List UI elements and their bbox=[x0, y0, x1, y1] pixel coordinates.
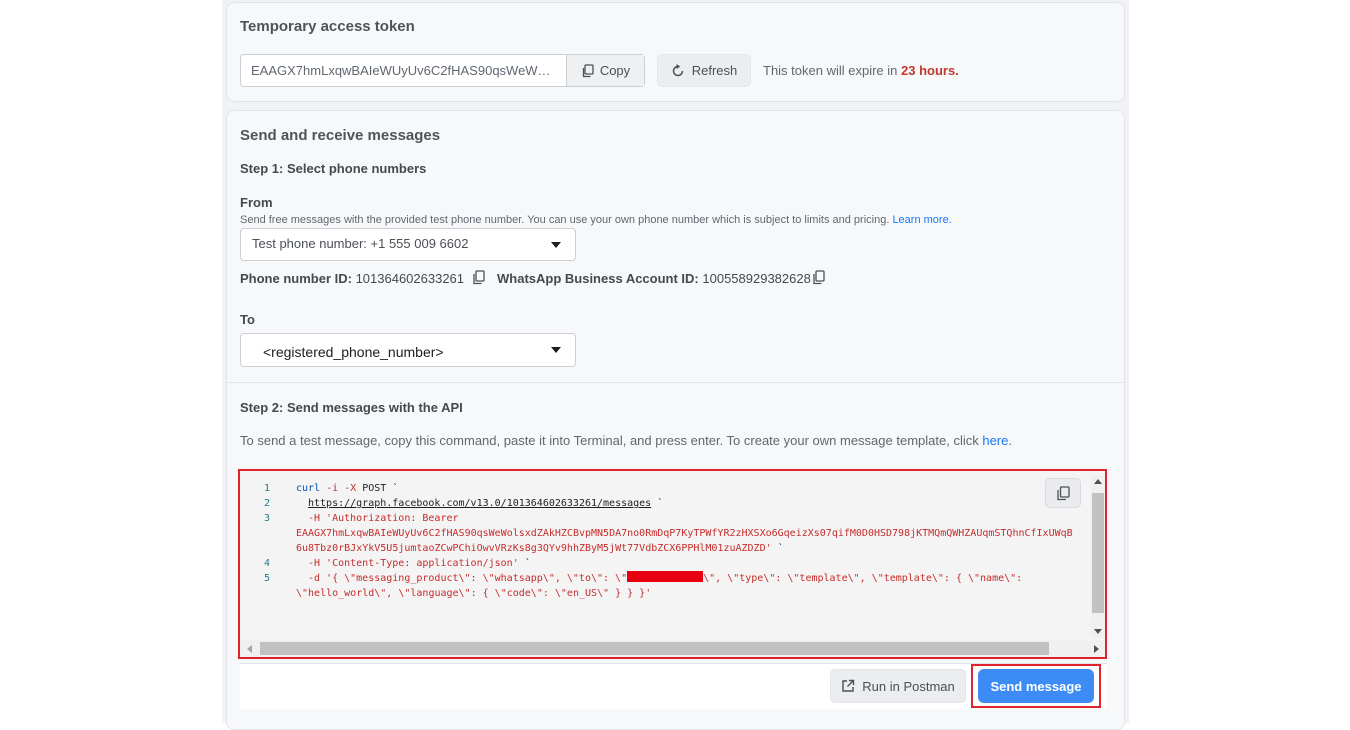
to-label: To bbox=[240, 312, 255, 327]
copy-code-button[interactable] bbox=[1045, 478, 1081, 508]
here-link[interactable]: here bbox=[982, 433, 1008, 448]
from-label: From bbox=[240, 195, 273, 210]
copy-waba-id-icon[interactable] bbox=[812, 270, 826, 285]
vertical-scroll-thumb[interactable] bbox=[1092, 493, 1104, 613]
from-description: Send free messages with the provided tes… bbox=[240, 214, 952, 226]
step2-description: To send a test message, copy this comman… bbox=[240, 433, 1012, 448]
copy-token-button[interactable]: Copy bbox=[566, 55, 644, 86]
code-editor[interactable]: 1 curl -i -X POST ` 2 https://graph.facebo… bbox=[238, 469, 1107, 659]
copy-phone-id-icon[interactable] bbox=[472, 270, 486, 285]
refresh-label: Refresh bbox=[691, 63, 738, 78]
chevron-down-icon bbox=[551, 347, 561, 353]
copy-icon bbox=[581, 63, 595, 78]
copy-icon bbox=[1056, 485, 1071, 501]
step1-title: Step 1: Select phone numbers bbox=[240, 161, 427, 176]
horizontal-scroll-thumb[interactable] bbox=[260, 642, 1049, 655]
external-link-icon bbox=[841, 679, 855, 693]
scroll-left-icon[interactable] bbox=[247, 645, 252, 653]
token-expiry-text: This token will expire in 23 hours. bbox=[763, 63, 959, 78]
access-token-title: Temporary access token bbox=[240, 18, 415, 35]
to-phone-select[interactable]: <registered_phone_number> bbox=[240, 333, 576, 367]
access-token-card bbox=[226, 2, 1125, 102]
token-field: EAAGX7hmLxqwBAIeWUyUv6C2fHAS90qsWeWolsxd… bbox=[240, 54, 645, 87]
token-value[interactable]: EAAGX7hmLxqwBAIeWUyUv6C2fHAS90qsWeWolsxd… bbox=[241, 55, 566, 86]
from-phone-select[interactable]: Test phone number: +1 555 009 6602 bbox=[240, 228, 576, 261]
scroll-up-icon[interactable] bbox=[1094, 479, 1102, 484]
send-receive-title: Send and receive messages bbox=[240, 127, 441, 144]
send-message-button[interactable]: Send message bbox=[978, 669, 1094, 703]
scroll-right-icon[interactable] bbox=[1094, 645, 1099, 653]
refresh-button[interactable]: Refresh bbox=[657, 54, 751, 87]
from-phone-value: Test phone number: +1 555 009 6602 bbox=[252, 236, 469, 251]
waba-id: WhatsApp Business Account ID: 1005589293… bbox=[497, 271, 811, 286]
step2-title: Step 2: Send messages with the API bbox=[240, 400, 463, 415]
postman-label: Run in Postman bbox=[862, 678, 955, 694]
to-phone-value: <registered_phone_number> bbox=[263, 344, 444, 360]
run-in-postman-button[interactable]: Run in Postman bbox=[830, 669, 966, 703]
copy-label: Copy bbox=[599, 63, 631, 78]
chevron-down-icon bbox=[551, 242, 561, 248]
refresh-icon bbox=[671, 63, 685, 78]
learn-more-link[interactable]: Learn more. bbox=[892, 214, 951, 226]
vertical-scrollbar[interactable] bbox=[1091, 475, 1105, 638]
scroll-down-icon[interactable] bbox=[1094, 629, 1102, 634]
redacted-phone-number bbox=[627, 571, 704, 582]
horizontal-scrollbar[interactable] bbox=[240, 640, 1105, 657]
phone-number-id: Phone number ID: 101364602633261 bbox=[240, 271, 465, 286]
section-divider bbox=[226, 382, 1125, 383]
token-expiry-value: 23 hours. bbox=[901, 63, 959, 78]
